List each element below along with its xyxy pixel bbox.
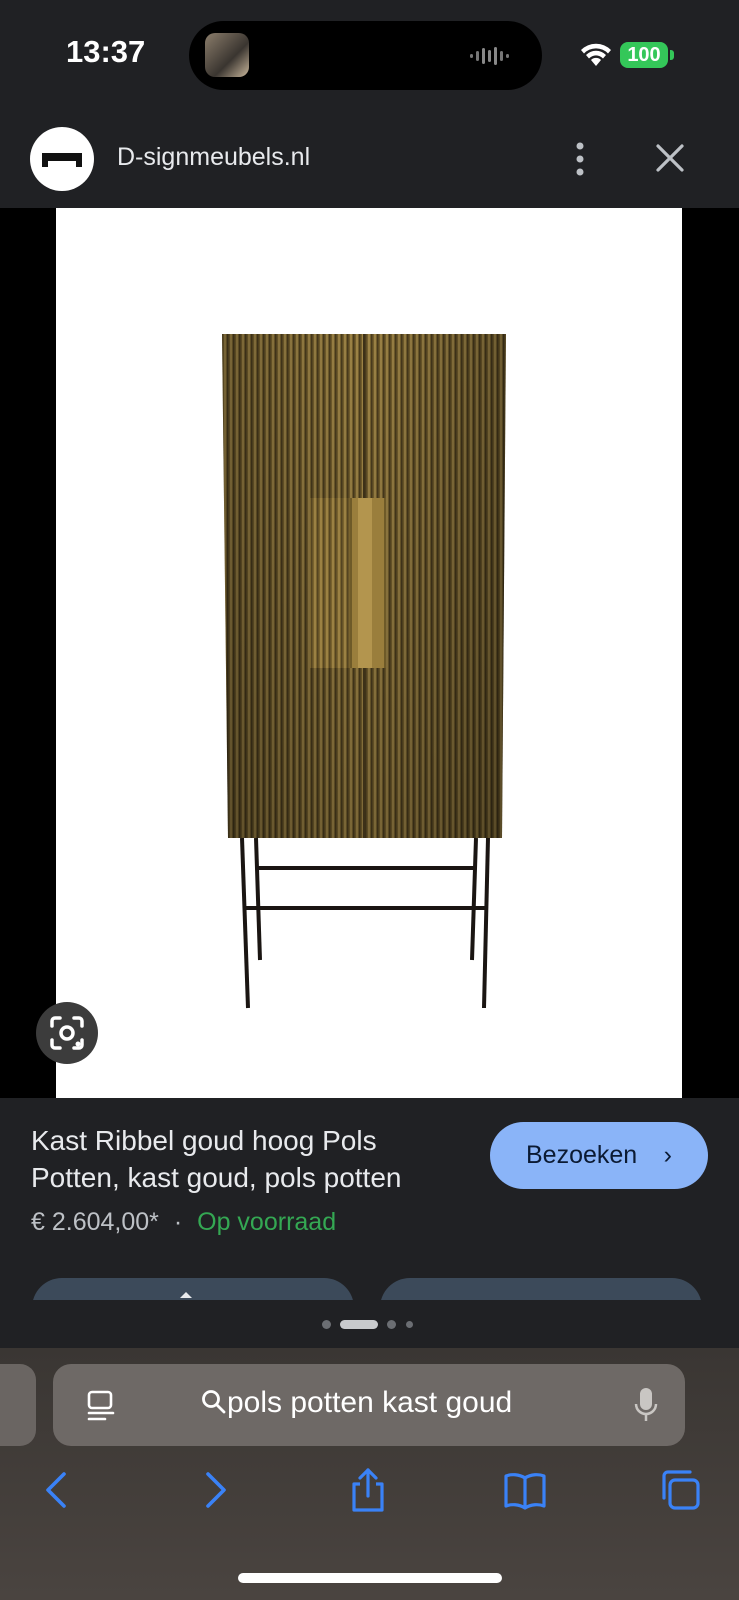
product-title[interactable]: Kast Ribbel goud hoog Pols Potten, kast … — [31, 1122, 461, 1196]
browser-toolbar — [0, 1468, 739, 1528]
lens-search-button[interactable] — [36, 1002, 98, 1064]
visit-button[interactable]: Bezoeken › — [490, 1122, 708, 1189]
search-icon — [202, 1390, 226, 1414]
site-name[interactable]: D-signmeubels.nl — [117, 143, 310, 172]
product-info-panel: Kast Ribbel goud hoog Pols Potten, kast … — [0, 1098, 739, 1348]
close-icon[interactable] — [652, 140, 688, 176]
wifi-icon — [581, 43, 611, 66]
page-dot — [322, 1320, 331, 1329]
previous-tab-preview[interactable] — [0, 1364, 36, 1446]
lens-icon — [50, 1016, 84, 1050]
address-search-bar[interactable]: pols potten kast goud — [53, 1364, 685, 1446]
page-dot-active — [340, 1320, 378, 1329]
page-dot — [387, 1320, 396, 1329]
now-playing-thumbnail — [205, 33, 249, 77]
search-query-text: pols potten kast goud — [227, 1386, 513, 1419]
browser-bottom-bar: pols potten kast goud — [0, 1348, 739, 1600]
more-vert-icon[interactable] — [564, 137, 596, 181]
price: € 2.604,00* — [31, 1208, 159, 1236]
back-icon[interactable] — [36, 1468, 80, 1512]
search-query[interactable]: pols potten kast goud — [201, 1386, 512, 1420]
audio-waveform-icon — [470, 47, 509, 65]
tabs-list-icon[interactable] — [85, 1388, 117, 1424]
visit-button-label: Bezoeken — [526, 1141, 638, 1169]
page-indicator — [0, 1316, 739, 1332]
action-chip[interactable] — [380, 1278, 702, 1300]
clock: 13:37 — [66, 34, 146, 69]
action-chips-row — [0, 1278, 739, 1300]
share-icon[interactable] — [346, 1468, 390, 1512]
product-image[interactable] — [56, 208, 682, 1098]
gold-ribbed-cabinet-illustration — [222, 334, 506, 1009]
arrow-up-icon — [180, 1292, 192, 1298]
battery-tip — [670, 50, 674, 60]
battery-indicator: 100 — [620, 42, 668, 68]
bookmarks-icon[interactable] — [503, 1468, 547, 1512]
tabs-icon[interactable] — [658, 1468, 702, 1512]
chevron-right-icon: › — [663, 1141, 672, 1169]
image-viewer — [0, 208, 739, 1098]
mic-icon[interactable] — [633, 1386, 659, 1424]
home-indicator[interactable] — [238, 1573, 502, 1583]
status-bar: 13:37 100 — [0, 0, 739, 110]
site-header: D-signmeubels.nl — [0, 110, 739, 208]
page-dot — [406, 1321, 413, 1328]
dynamic-island[interactable] — [189, 21, 542, 90]
action-chip[interactable] — [32, 1278, 354, 1300]
stock-status: Op voorraad — [197, 1208, 337, 1236]
price-row: € 2.604,00* · Op voorraad — [31, 1208, 336, 1237]
forward-icon[interactable] — [192, 1468, 236, 1512]
separator: · — [173, 1208, 183, 1236]
site-logo-icon[interactable] — [30, 127, 94, 191]
